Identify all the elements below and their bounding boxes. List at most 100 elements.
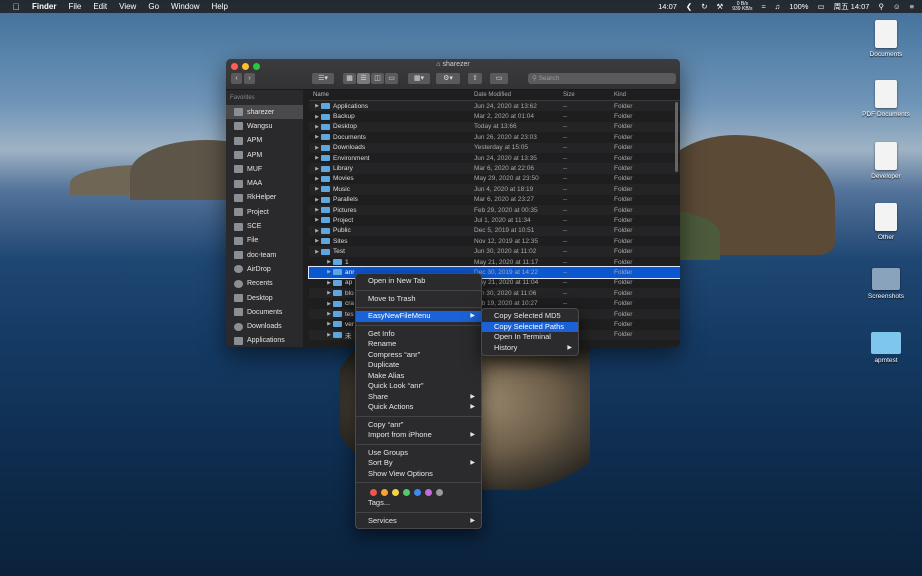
sidebar-item-rkhelper[interactable]: RkHelper [226, 191, 303, 205]
sidebar-item-maa[interactable]: MAA [226, 176, 303, 190]
sidebar-item-desktop[interactable]: Desktop [226, 291, 303, 305]
disclosure-triangle-icon[interactable]: ▶ [313, 124, 321, 130]
menu-sort-by[interactable]: Sort By ▶ [356, 458, 481, 469]
battery-percent[interactable]: 100% [789, 2, 808, 11]
submenu-copy-md5[interactable]: Copy Selected MD5 [482, 311, 578, 322]
disclosure-triangle-icon[interactable]: ▶ [325, 301, 333, 307]
menu-view[interactable]: View [119, 2, 136, 11]
disclosure-triangle-icon[interactable]: ▶ [313, 176, 321, 182]
sidebar-item-recents[interactable]: Recents [226, 277, 303, 291]
disclosure-triangle-icon[interactable]: ▶ [313, 103, 321, 109]
column-header-date[interactable]: Date Modified [474, 92, 563, 98]
disclosure-triangle-icon[interactable]: ▶ [313, 186, 321, 192]
tag-orange[interactable] [381, 489, 388, 496]
table-row[interactable]: ▶ Environment Jun 24, 2020 at 13:35 -- Folde… [309, 153, 680, 163]
disclosure-triangle-icon[interactable]: ▶ [313, 228, 321, 234]
sidebar-item-sharezer[interactable]: sharezer [226, 105, 303, 120]
menu-help[interactable]: Help [211, 2, 227, 11]
disclosure-triangle-icon[interactable]: ▶ [313, 217, 321, 223]
sidebar-item-file[interactable]: File [226, 234, 303, 248]
column-view-button[interactable]: ◫ [371, 73, 384, 84]
sync-icon[interactable]: ↻ [701, 2, 707, 11]
menu-show-view-options[interactable]: Show View Options [356, 469, 481, 480]
tag-yellow[interactable] [392, 489, 399, 496]
tags-button[interactable]: ▭ [490, 73, 508, 84]
menu-make-alias[interactable]: Make Alias [356, 371, 481, 382]
menu-import-from-iphone[interactable]: Import from iPhone ▶ [356, 430, 481, 441]
tag-gray[interactable] [436, 489, 443, 496]
table-row[interactable]: ▶ Desktop Today at 13:66 -- Folder [309, 121, 680, 133]
disclosure-triangle-icon[interactable]: ▶ [313, 114, 321, 120]
table-row[interactable]: ▶ Backup Mar 2, 2020 at 01:04 -- Folder [309, 111, 680, 121]
wifi-icon[interactable]: ≈ [762, 2, 766, 11]
menu-move-to-trash[interactable]: Move to Trash [356, 294, 481, 305]
table-row[interactable]: ▶ Movies May 29, 2020 at 23:50 -- Folder [309, 174, 680, 184]
menu-get-info[interactable]: Get Info [356, 329, 481, 340]
search-field[interactable]: ⚲ Search [528, 73, 676, 84]
menu-compress[interactable]: Compress “anr” [356, 350, 481, 361]
disclosure-triangle-icon[interactable]: ▶ [313, 238, 321, 244]
back-icon[interactable]: ❮ [686, 2, 692, 11]
table-row[interactable]: ▶ 1 May 21, 2020 at 11:17 -- Folder [309, 257, 680, 267]
table-row[interactable]: ▶ Parallels Mar 6, 2020 at 23:27 -- Folder [309, 195, 680, 205]
tag-red[interactable] [370, 489, 377, 496]
table-row[interactable]: ▶ Library Mar 6, 2020 at 22:06 -- Folder [309, 163, 680, 174]
menu-tags[interactable]: Tags... [356, 498, 481, 509]
menu-quick-actions[interactable]: Quick Actions ▶ [356, 402, 481, 413]
submenu-history[interactable]: History ▶ [482, 343, 578, 354]
tool-icon[interactable]: ⚒ [717, 2, 724, 11]
vertical-scrollbar[interactable] [675, 102, 678, 172]
search-icon[interactable]: ⚲ [878, 2, 884, 11]
disclosure-triangle-icon[interactable]: ▶ [313, 134, 321, 140]
submenu-copy-paths[interactable]: Copy Selected Paths [482, 321, 578, 332]
tag-green[interactable] [403, 489, 410, 496]
sidebar-item-apm-2[interactable]: APM [226, 148, 303, 162]
tag-blue[interactable] [414, 489, 421, 496]
disclosure-triangle-icon[interactable]: ▶ [325, 269, 333, 275]
menu-go[interactable]: Go [148, 2, 159, 11]
disclosure-triangle-icon[interactable]: ▶ [313, 145, 321, 151]
control-menu-icon[interactable]: ≡ [910, 2, 914, 11]
apple-menu-icon[interactable]:  [10, 2, 22, 12]
disclosure-triangle-icon[interactable]: ▶ [313, 197, 321, 203]
sidebar-item-doc-team[interactable]: doc-team [226, 248, 303, 262]
sidebar-item-applications[interactable]: Applications [226, 334, 303, 347]
disclosure-triangle-icon[interactable]: ▶ [325, 280, 333, 286]
menu-share[interactable]: Share ▶ [356, 392, 481, 403]
icon-view-button[interactable]: ▦ [343, 73, 356, 84]
menu-file[interactable]: File [68, 2, 81, 11]
list-view-button[interactable]: ☰ [357, 73, 370, 84]
table-row[interactable]: ▶ Pictures Feb 29, 2020 at 00:35 -- Folder [309, 204, 680, 216]
table-row[interactable]: ▶ Public Dec 5, 2019 at 10:51 -- Folder [309, 225, 680, 237]
disclosure-triangle-icon[interactable]: ▶ [313, 155, 321, 161]
disclosure-triangle-icon[interactable]: ▶ [325, 311, 333, 317]
sidebar-item-airdrop[interactable]: AirDrop [226, 262, 303, 276]
sidebar-item-wangsu[interactable]: Wangsu [226, 119, 303, 133]
sidebar-item-muf[interactable]: MUF [226, 162, 303, 176]
desktop-icon-screenshots[interactable]: Screenshots [856, 268, 916, 300]
table-row[interactable]: ▶ Documents Jun 26, 2020 at 23:03 -- Folder [309, 132, 680, 142]
sidebar-item-sce[interactable]: SCE [226, 219, 303, 233]
tag-purple[interactable] [425, 489, 432, 496]
table-row[interactable]: ▶ Sites Nov 12, 2019 at 12:35 -- Folder [309, 236, 680, 246]
desktop-icon-pdf-documents[interactable]: PDF Documents [856, 80, 916, 118]
sidebar-item-apm[interactable]: APM [226, 134, 303, 148]
table-row[interactable]: ▶ Test Jun 30, 2020 at 11:02 -- Folder [309, 246, 680, 257]
sidebar-item-project[interactable]: Project [226, 205, 303, 219]
column-header-name[interactable]: Name [309, 92, 474, 98]
back-button[interactable]: ‹ [231, 73, 242, 84]
network-speed[interactable]: 0 B/s 939 KB/s [732, 1, 752, 12]
disclosure-triangle-icon[interactable]: ▶ [325, 332, 333, 338]
volume-icon[interactable]: ♫ [775, 2, 781, 11]
desktop-icon-developer[interactable]: Developer [856, 142, 916, 180]
sidebar-item-documents[interactable]: Documents [226, 305, 303, 319]
column-header-kind[interactable]: Kind [614, 92, 674, 98]
table-row[interactable]: ▶ Music Jun 4, 2020 at 18:19 -- Folder [309, 184, 680, 195]
desktop-icon-apmtest[interactable]: apmtest [856, 332, 916, 364]
menu-duplicate[interactable]: Duplicate [356, 360, 481, 371]
menu-services[interactable]: Services ▶ [356, 516, 481, 527]
battery-icon[interactable]: ▭ [817, 2, 824, 11]
gallery-view-button[interactable]: ▭ [385, 73, 398, 84]
clock[interactable]: 周五 14:07 [834, 1, 870, 12]
desktop-icon-documents[interactable]: Documents [856, 20, 916, 58]
